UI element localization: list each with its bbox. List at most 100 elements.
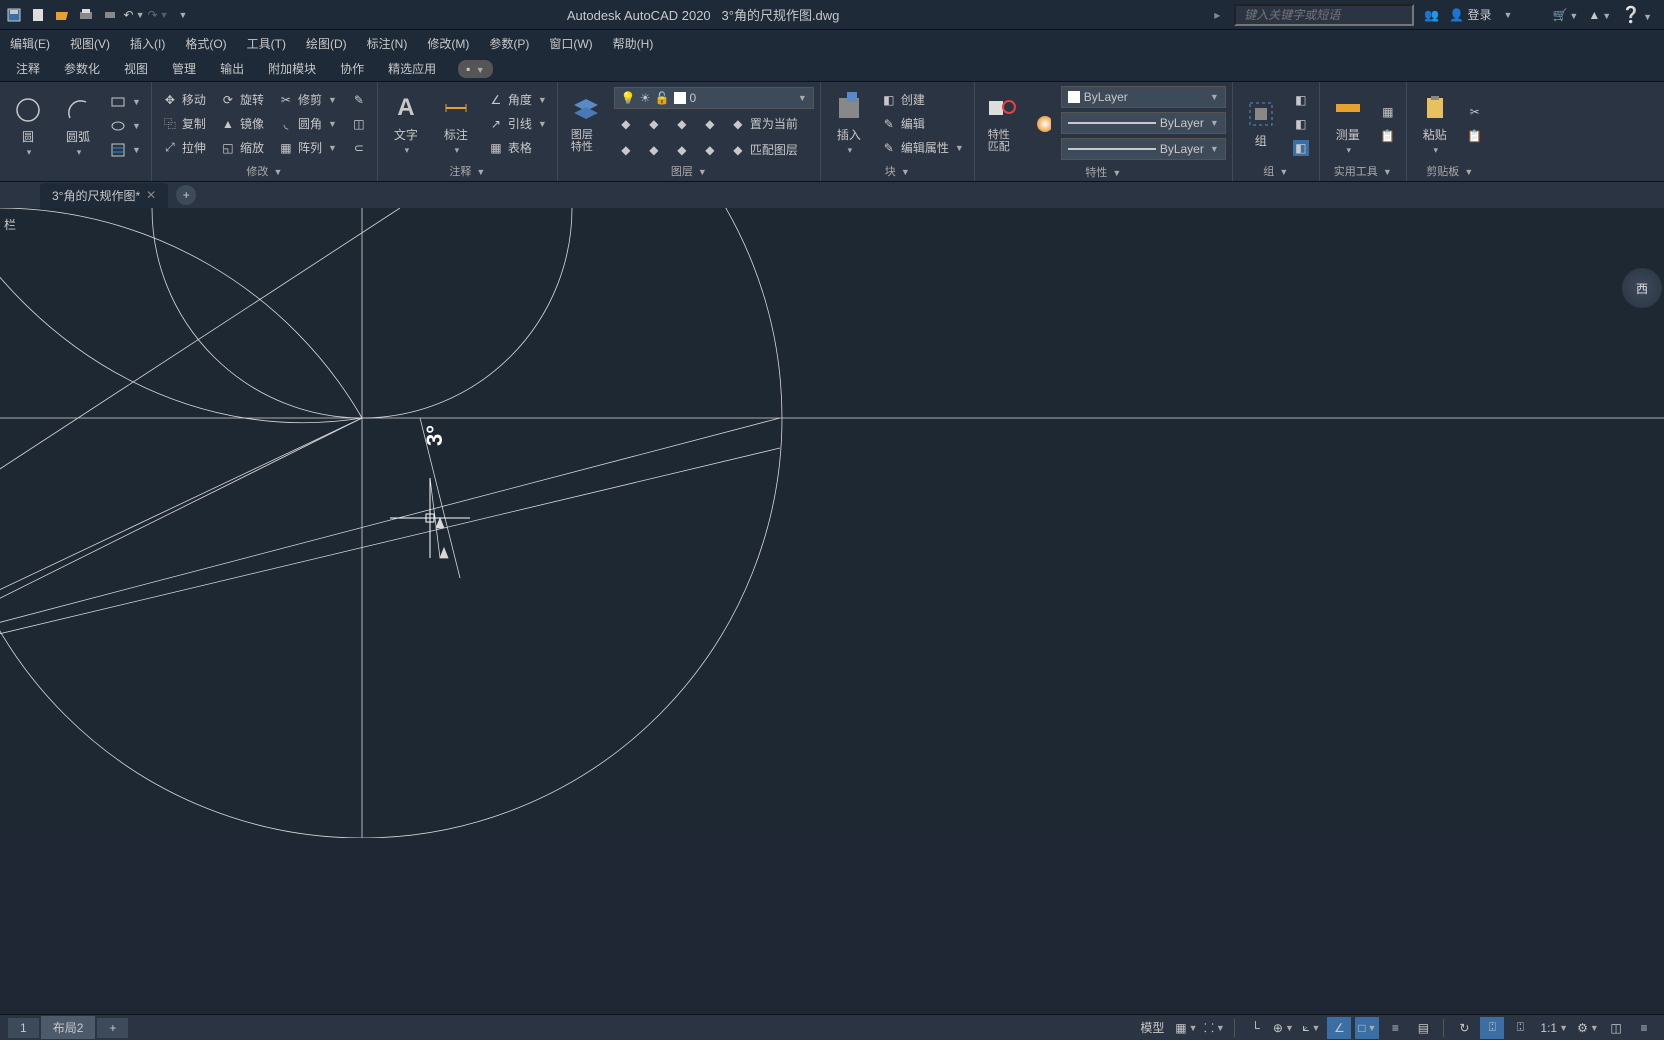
- block-editattr-button[interactable]: ✎编辑属性▼: [877, 137, 968, 159]
- leader-button[interactable]: ↗引线▼: [484, 113, 551, 135]
- lineweight-toggle[interactable]: ≡: [1383, 1017, 1407, 1039]
- fillet-button[interactable]: ◟圆角▼: [274, 113, 341, 135]
- layer-tool-5[interactable]: ◆: [614, 139, 638, 161]
- add-layout-button[interactable]: +: [97, 1018, 128, 1038]
- login-dropdown[interactable]: ▼: [1504, 10, 1513, 20]
- ellipse-button[interactable]: ▼: [106, 115, 145, 137]
- group-panel-label[interactable]: 组 ▼: [1239, 161, 1313, 179]
- explode-button[interactable]: ◫: [347, 113, 371, 135]
- move-button[interactable]: ✥移动: [158, 89, 210, 111]
- search-input[interactable]: [1234, 4, 1414, 26]
- layer-props-button[interactable]: 图层特性: [564, 93, 608, 155]
- model-button[interactable]: 模型: [1134, 1017, 1170, 1039]
- color-wheel-button[interactable]: [1031, 113, 1055, 135]
- group-tool-1[interactable]: ◧: [1289, 89, 1313, 111]
- match-props-button[interactable]: 特性匹配: [981, 93, 1025, 155]
- ortho-icon[interactable]: └: [1243, 1017, 1267, 1039]
- region-button[interactable]: ⊂: [347, 137, 371, 159]
- trim-button[interactable]: ✂修剪▼: [274, 89, 341, 111]
- layout-tab-2[interactable]: 布局2: [41, 1016, 96, 1039]
- set-current-button[interactable]: ◆置为当前: [726, 113, 802, 135]
- scale-button[interactable]: ◱缩放: [216, 137, 268, 159]
- menu-help[interactable]: 帮助(H): [613, 35, 654, 52]
- menu-format[interactable]: 格式(O): [185, 35, 226, 52]
- document-tab[interactable]: 3°角的尺规作图* ✕: [40, 183, 168, 208]
- menu-view[interactable]: 视图(V): [70, 35, 110, 52]
- binoculars-icon[interactable]: 👥: [1424, 8, 1439, 22]
- menu-insert[interactable]: 插入(I): [130, 35, 165, 52]
- block-panel-label[interactable]: 块 ▼: [827, 161, 968, 179]
- selection-cycle[interactable]: ↻: [1452, 1017, 1476, 1039]
- block-create-button[interactable]: ◧创建: [877, 89, 968, 111]
- text-button[interactable]: A 文字▾: [384, 90, 428, 158]
- group-button[interactable]: 组: [1239, 96, 1283, 151]
- layer-tool-1[interactable]: ◆: [614, 113, 638, 135]
- search-play-icon[interactable]: ▸: [1214, 8, 1220, 22]
- add-tab-button[interactable]: +: [176, 185, 196, 205]
- rectangle-button[interactable]: ▼: [106, 91, 145, 113]
- layer-tool-7[interactable]: ◆: [670, 139, 694, 161]
- circle-button[interactable]: 圆▾: [6, 92, 50, 160]
- tab-ext[interactable]: ▪ ▼: [448, 60, 503, 78]
- rotate-button[interactable]: ⟳旋转: [216, 89, 268, 111]
- plot-icon[interactable]: [76, 5, 96, 25]
- tab-view[interactable]: 视图: [112, 56, 160, 81]
- insert-button[interactable]: 插入▾: [827, 90, 871, 158]
- linetype-dropdown[interactable]: ByLayer▼: [1061, 138, 1226, 160]
- annot-panel-label[interactable]: 注释 ▼: [384, 161, 551, 179]
- menu-tools[interactable]: 工具(T): [247, 35, 286, 52]
- layer-dropdown[interactable]: 💡 ☀ 🔓 0 ▼: [614, 87, 814, 109]
- block-edit-button[interactable]: ✎编辑: [877, 113, 968, 135]
- menu-draw[interactable]: 绘图(D): [306, 35, 347, 52]
- menu-edit[interactable]: 编辑(E): [10, 35, 50, 52]
- cut-button[interactable]: ✂: [1463, 101, 1487, 123]
- tab-parametric[interactable]: 参数化: [52, 56, 112, 81]
- stretch-button[interactable]: ⤢拉伸: [158, 137, 210, 159]
- menu-dim[interactable]: 标注(N): [367, 35, 408, 52]
- iso-icon[interactable]: ⟀▼: [1299, 1017, 1323, 1039]
- isolate-icon[interactable]: ◫: [1604, 1017, 1628, 1039]
- tab-manage[interactable]: 管理: [160, 56, 208, 81]
- paste-button[interactable]: 粘贴▾: [1413, 90, 1457, 158]
- viewcube[interactable]: 西: [1622, 268, 1662, 308]
- props-panel-label[interactable]: 特性 ▼: [981, 162, 1226, 180]
- utils-panel-label[interactable]: 实用工具 ▼: [1326, 161, 1400, 179]
- copy-button[interactable]: ⿻复制: [158, 113, 210, 135]
- modify-panel-label[interactable]: 修改 ▼: [158, 161, 371, 179]
- color-dropdown[interactable]: ByLayer▼: [1061, 86, 1226, 108]
- grid2-icon[interactable]: ⸬▼: [1202, 1017, 1226, 1039]
- redo-button[interactable]: ↷▼: [148, 5, 168, 25]
- layer-tool-6[interactable]: ◆: [642, 139, 666, 161]
- transparency-toggle[interactable]: ▤: [1411, 1017, 1435, 1039]
- layer-panel-label[interactable]: 图层 ▼: [564, 161, 814, 179]
- menu-param[interactable]: 参数(P): [489, 35, 529, 52]
- osnap2-icon[interactable]: □▼: [1355, 1017, 1379, 1039]
- custom-icon[interactable]: ≡: [1632, 1017, 1656, 1039]
- menu-modify[interactable]: 修改(M): [427, 35, 469, 52]
- clipboard-panel-label[interactable]: 剪贴板 ▼: [1413, 161, 1487, 179]
- annot-vis[interactable]: ⍠: [1508, 1017, 1532, 1039]
- polar-icon[interactable]: ⊕▼: [1271, 1017, 1295, 1039]
- open-icon[interactable]: [52, 5, 72, 25]
- cart-icon[interactable]: 🛒▼: [1552, 8, 1578, 22]
- util-tool-1[interactable]: ▦: [1376, 101, 1400, 123]
- copy-clip-button[interactable]: 📋: [1463, 125, 1487, 147]
- new-icon[interactable]: [28, 5, 48, 25]
- match-layer-button[interactable]: ◆匹配图层: [726, 139, 802, 161]
- layer-tool-3[interactable]: ◆: [670, 113, 694, 135]
- tab-annotate[interactable]: 注释: [4, 56, 52, 81]
- table-button[interactable]: ▦表格: [484, 137, 551, 159]
- app-icon[interactable]: ▲▼: [1588, 8, 1611, 22]
- login-button[interactable]: 👤 登录: [1449, 6, 1491, 23]
- layer-tool-4[interactable]: ◆: [698, 113, 722, 135]
- tab-addins[interactable]: 附加模块: [256, 56, 328, 81]
- tab-featured[interactable]: 精选应用: [376, 56, 448, 81]
- layer-tool-2[interactable]: ◆: [642, 113, 666, 135]
- angle-dim-button[interactable]: ∠角度▼: [484, 89, 551, 111]
- group-tool-2[interactable]: ◧: [1289, 113, 1313, 135]
- undo-button[interactable]: ↶▼: [124, 5, 144, 25]
- menu-window[interactable]: 窗口(W): [549, 35, 592, 52]
- drawing-viewport[interactable]: 栏: [0, 208, 1664, 838]
- save-icon[interactable]: [4, 5, 24, 25]
- pencil-icon[interactable]: ✎: [347, 89, 371, 111]
